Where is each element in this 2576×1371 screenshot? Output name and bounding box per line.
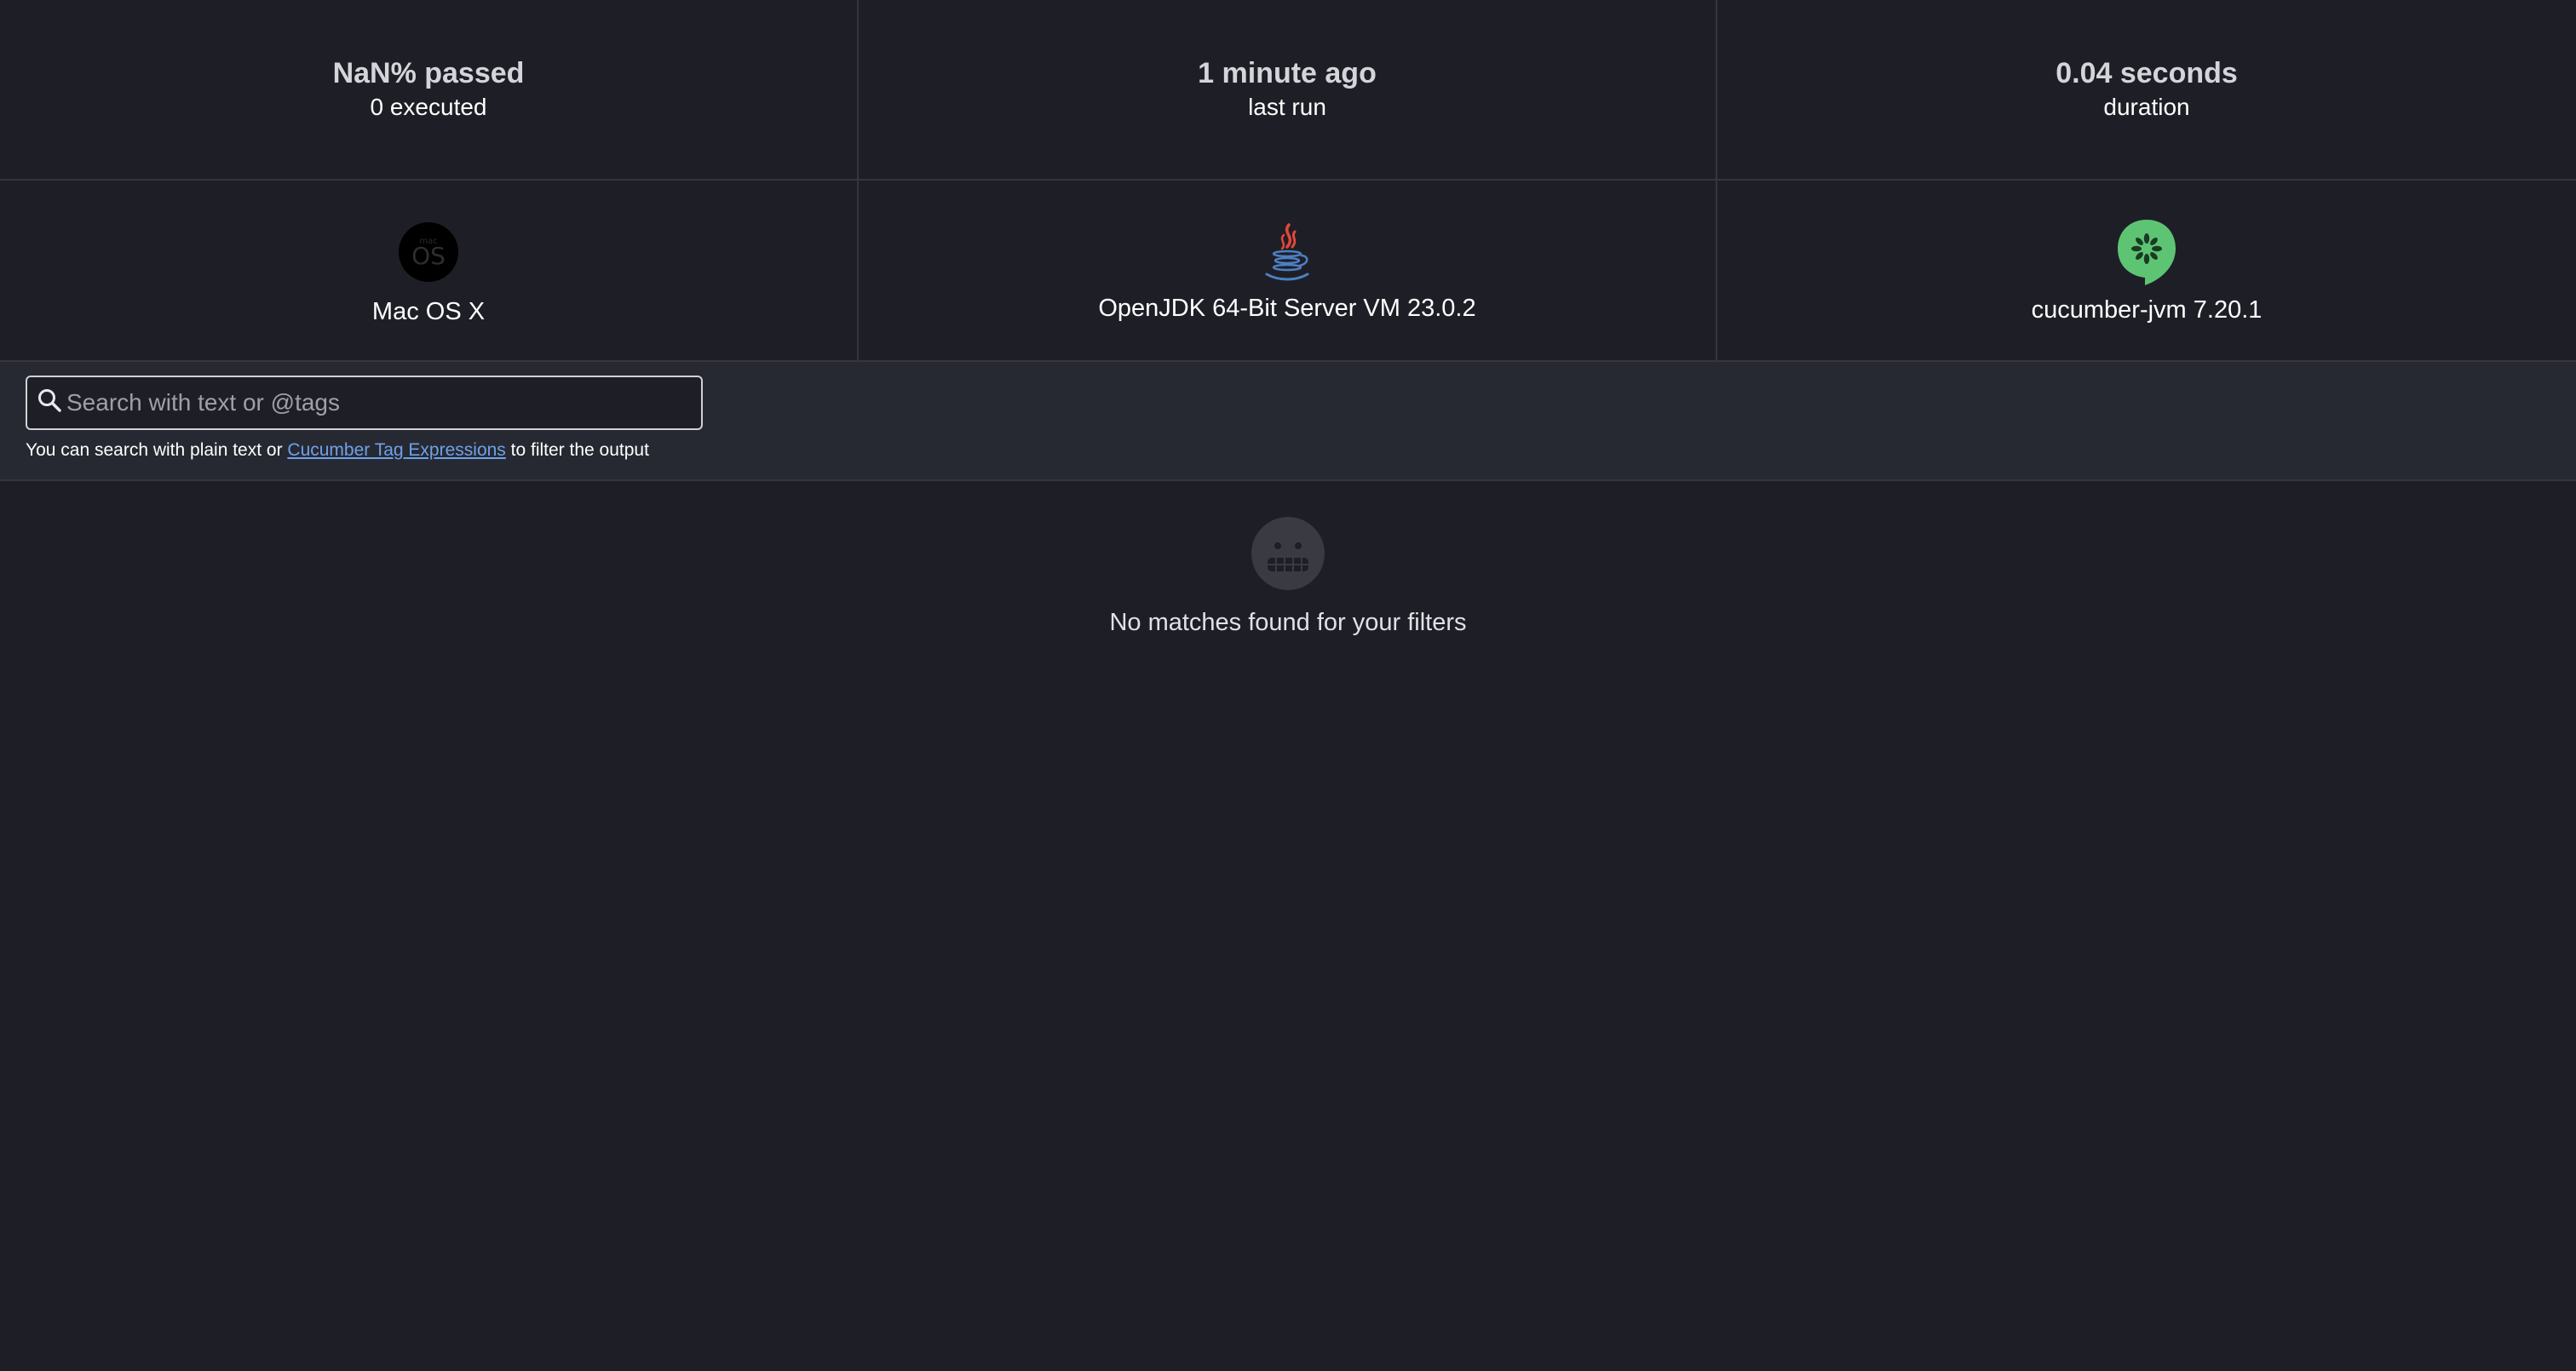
tag-expressions-link[interactable]: Cucumber Tag Expressions [287, 440, 505, 460]
last-run-value: 1 minute ago [1198, 57, 1377, 89]
duration-value: 0.04 seconds [2056, 57, 2238, 89]
stats-row: NaN% passed 0 executed 1 minute ago last… [0, 0, 2576, 181]
environment-row: mac OS Mac OS X OpenJDK 64-Bit Server VM… [0, 181, 2576, 362]
search-icon [38, 389, 61, 412]
cucumber-icon [2118, 220, 2176, 285]
duration-panel: 0.04 seconds duration [1717, 0, 2576, 181]
implementation-panel: cucumber-jvm 7.20.1 [1717, 181, 2576, 362]
executed-count: 0 executed [370, 94, 487, 120]
empty-state-message: No matches found for your filters [1109, 609, 1467, 636]
search-box[interactable] [26, 376, 703, 430]
pass-rate: NaN% passed [332, 57, 525, 89]
pass-rate-panel: NaN% passed 0 executed [0, 0, 859, 181]
os-panel: mac OS Mac OS X [0, 181, 859, 362]
mac-os-icon: mac OS [399, 222, 458, 282]
duration-label: duration [2103, 94, 2190, 120]
os-name: Mac OS X [371, 298, 486, 325]
runtime-panel: OpenJDK 64-Bit Server VM 23.0.2 [859, 181, 1717, 362]
empty-state: No matches found for your filters [0, 481, 2576, 638]
search-help-suffix: to filter the output [505, 440, 649, 460]
grimace-face-icon [1251, 517, 1325, 590]
runtime-name: OpenJDK 64-Bit Server VM 23.0.2 [1098, 295, 1476, 322]
search-bar: You can search with plain text or Cucumb… [0, 362, 2576, 481]
implementation-name: cucumber-jvm 7.20.1 [2031, 296, 2263, 324]
search-help-prefix: You can search with plain text or [26, 440, 288, 460]
svg-text:OS: OS [411, 242, 446, 270]
last-run-label: last run [1248, 94, 1326, 120]
search-help-text: You can search with plain text or Cucumb… [26, 440, 649, 461]
last-run-panel: 1 minute ago last run [859, 0, 1717, 181]
search-input[interactable] [63, 377, 694, 428]
java-icon [1265, 223, 1309, 281]
